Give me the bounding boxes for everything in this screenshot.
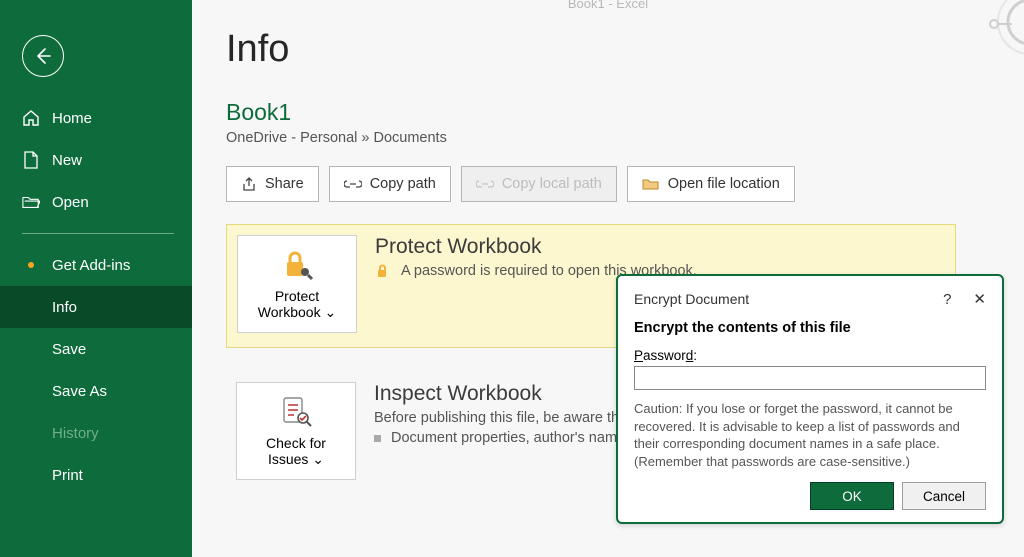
backstage-sidebar: Home New Open Get Add-ins Info Save Save…: [0, 0, 192, 557]
share-label: Share: [265, 176, 304, 192]
copy-path-button[interactable]: Copy path: [329, 166, 451, 202]
copy-path-label: Copy path: [370, 176, 436, 192]
dialog-caution-text: Caution: If you lose or forget the passw…: [634, 400, 986, 470]
sidebar-item-history: History: [0, 412, 192, 454]
chevron-down-icon: ⌄: [312, 451, 324, 467]
check-for-issues-tile[interactable]: Check for Issues ⌄: [236, 382, 356, 480]
open-folder-icon: [22, 193, 40, 211]
sidebar-item-open[interactable]: Open: [0, 181, 192, 223]
home-icon: [22, 109, 40, 127]
open-file-location-button[interactable]: Open file location: [627, 166, 795, 202]
link-icon: [476, 177, 494, 191]
back-button[interactable]: [22, 35, 64, 77]
new-file-icon: [22, 151, 40, 169]
window-title: Book1 - Excel: [192, 0, 1024, 11]
document-path: OneDrive - Personal » Documents: [226, 130, 1024, 146]
sidebar-item-label: Save As: [52, 383, 107, 400]
protect-heading: Protect Workbook: [375, 235, 939, 259]
sidebar-item-info[interactable]: Info: [0, 286, 192, 328]
sidebar-item-print[interactable]: Print: [0, 454, 192, 496]
sidebar-item-new[interactable]: New: [0, 139, 192, 181]
ok-button[interactable]: OK: [810, 482, 894, 510]
check-issues-tile-label: Check for Issues ⌄: [266, 435, 326, 467]
dialog-subtitle: Encrypt the contents of this file: [634, 320, 986, 336]
encrypt-document-dialog: Encrypt Document ? ✕ Encrypt the content…: [616, 274, 1004, 524]
sidebar-item-home[interactable]: Home: [0, 97, 192, 139]
sidebar-item-save[interactable]: Save: [0, 328, 192, 370]
sidebar-item-label: Open: [52, 194, 89, 211]
folder-open-icon: [642, 177, 660, 191]
cancel-button[interactable]: Cancel: [902, 482, 986, 510]
password-input[interactable]: [634, 366, 986, 390]
file-actions-row: Share Copy path Copy local path Open fil…: [226, 166, 1024, 202]
sidebar-item-save-as[interactable]: Save As: [0, 370, 192, 412]
sidebar-item-get-addins[interactable]: Get Add-ins: [0, 244, 192, 286]
dialog-button-row: OK Cancel: [634, 482, 986, 510]
sidebar-item-label: Save: [52, 341, 86, 358]
link-icon: [344, 177, 362, 191]
open-file-location-label: Open file location: [668, 176, 780, 192]
share-icon: [241, 176, 257, 192]
copy-local-path-label: Copy local path: [502, 176, 602, 192]
protect-tile-label: Protect Workbook ⌄: [258, 288, 336, 320]
sidebar-item-label: Info: [52, 299, 77, 316]
copy-local-path-button: Copy local path: [461, 166, 617, 202]
arrow-left-icon: [33, 46, 53, 66]
protect-workbook-tile[interactable]: Protect Workbook ⌄: [237, 235, 357, 333]
share-button[interactable]: Share: [226, 166, 319, 202]
sidebar-item-label: History: [52, 425, 99, 442]
chevron-down-icon: ⌄: [324, 304, 336, 320]
decorative-ring-icon: [982, 0, 1024, 60]
sidebar-item-label: Print: [52, 467, 83, 484]
dialog-title: Encrypt Document: [634, 291, 749, 307]
dialog-help-button[interactable]: ?: [943, 291, 951, 308]
password-label: Password:: [634, 348, 986, 363]
document-name: Book1: [226, 99, 1024, 126]
addins-dot-icon: [22, 256, 40, 274]
bullet-icon: [374, 435, 381, 442]
checklist-magnifier-icon: [279, 395, 313, 429]
lock-small-icon: [375, 263, 391, 279]
sidebar-item-label: New: [52, 152, 82, 169]
sidebar-divider: [22, 233, 174, 234]
sidebar-item-label: Get Add-ins: [52, 257, 130, 274]
page-title: Info: [226, 28, 1024, 71]
dialog-header: Encrypt Document ? ✕: [634, 290, 986, 308]
dialog-close-button[interactable]: ✕: [973, 290, 986, 308]
sidebar-item-label: Home: [52, 110, 92, 127]
lock-key-icon: [280, 248, 314, 282]
